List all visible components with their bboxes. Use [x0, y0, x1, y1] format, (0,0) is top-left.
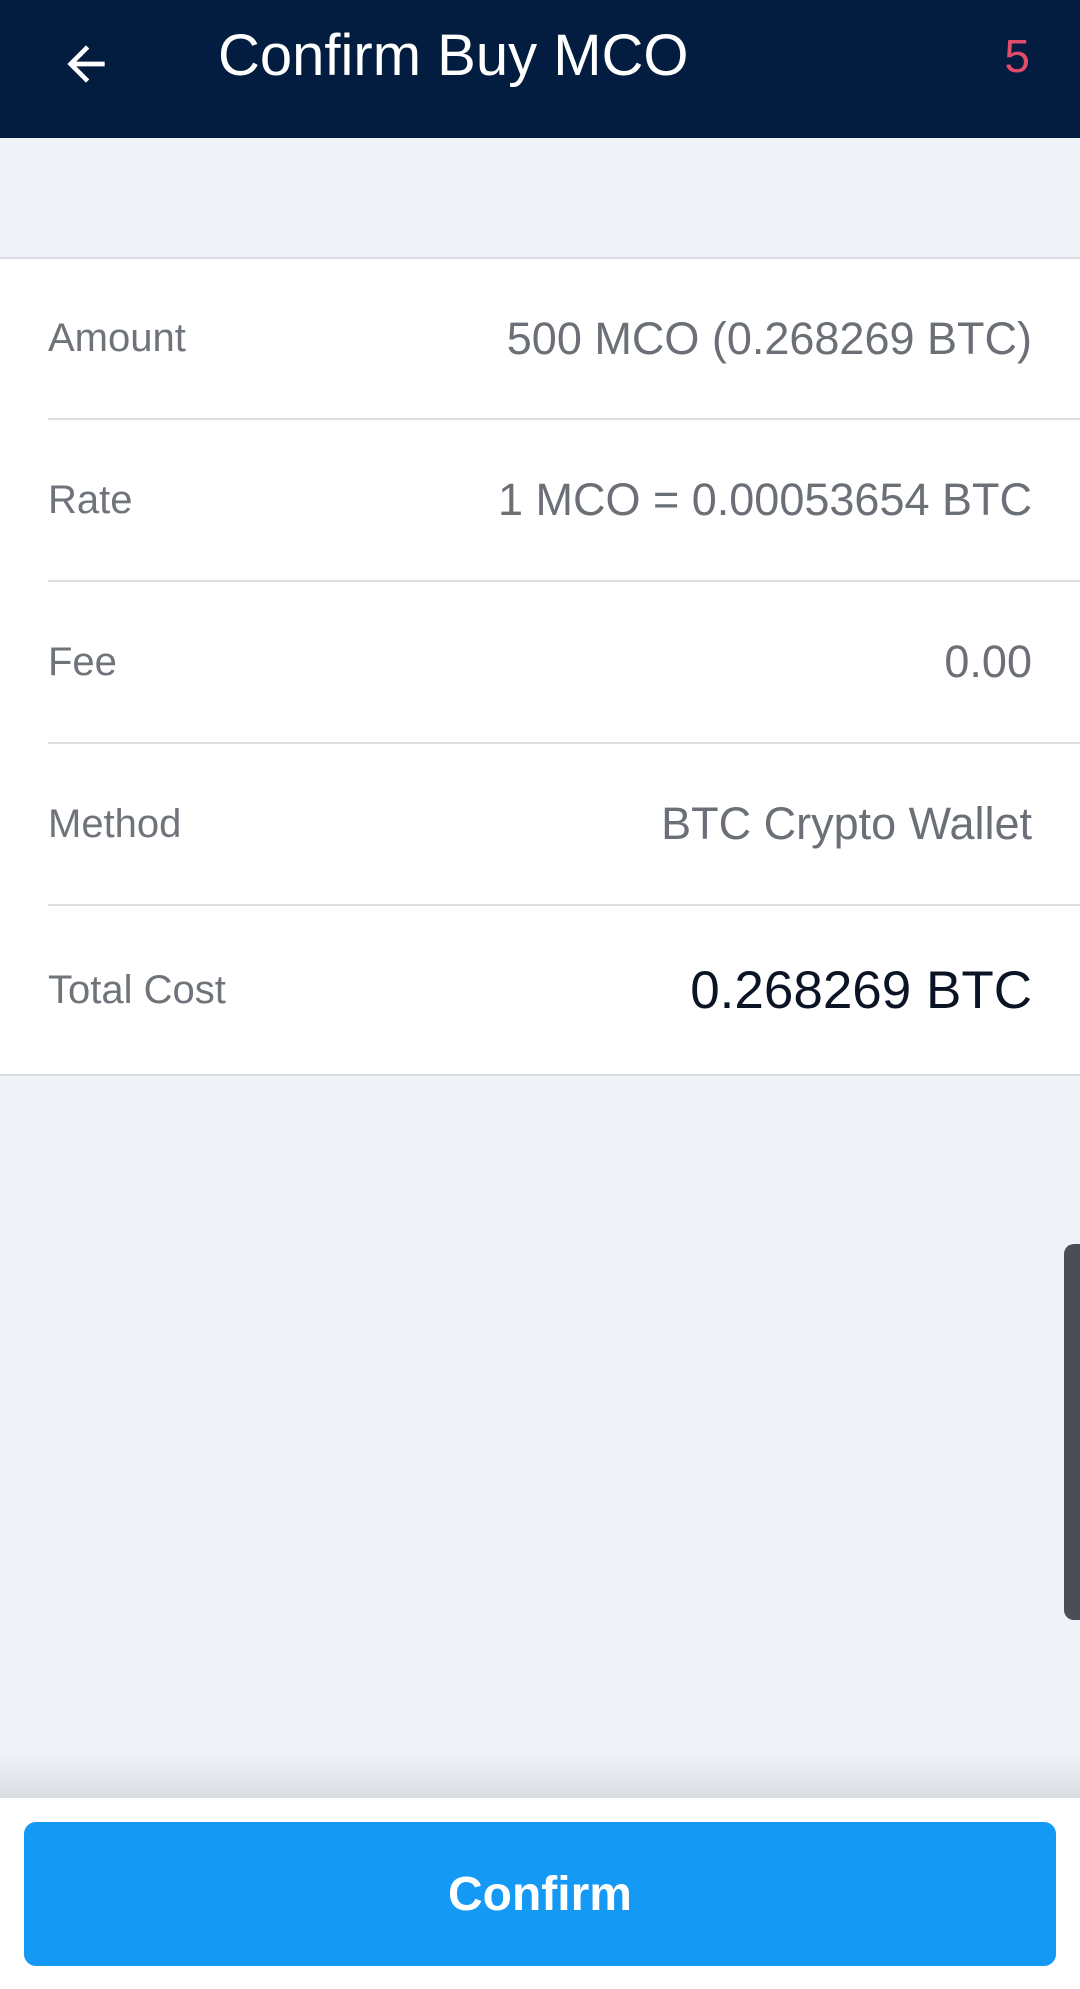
total-cost-value: 0.268269 BTC	[690, 960, 1032, 1020]
detail-row-rate: Rate 1 MCO = 0.00053654 BTC	[48, 420, 1080, 582]
amount-label: Amount	[48, 316, 186, 360]
detail-row-fee: Fee 0.00	[48, 582, 1080, 744]
confirm-button[interactable]: Confirm	[24, 1822, 1056, 1966]
detail-row-total-cost: Total Cost 0.268269 BTC	[48, 906, 1080, 1074]
step-counter: 5	[1004, 30, 1030, 82]
total-cost-label: Total Cost	[48, 967, 226, 1012]
scrollbar-thumb[interactable]	[1064, 1244, 1080, 1620]
footer-shadow	[0, 1752, 1080, 1798]
detail-row-amount: Amount 500 MCO (0.268269 BTC)	[48, 259, 1080, 420]
order-details-card: Amount 500 MCO (0.268269 BTC) Rate 1 MCO…	[0, 257, 1080, 1076]
method-label: Method	[48, 801, 182, 846]
footer-bar: Confirm	[0, 1798, 1080, 1989]
rate-value: 1 MCO = 0.00053654 BTC	[497, 474, 1032, 525]
back-button[interactable]	[38, 16, 134, 112]
app-bar: Confirm Buy MCO 5	[0, 0, 1080, 138]
arrow-left-icon	[67, 45, 105, 83]
amount-value: 500 MCO (0.268269 BTC)	[506, 312, 1032, 364]
rate-label: Rate	[48, 477, 133, 522]
detail-row-method: Method BTC Crypto Wallet	[48, 744, 1080, 906]
page-title: Confirm Buy MCO	[218, 23, 689, 88]
fee-value: 0.00	[944, 636, 1032, 687]
fee-label: Fee	[48, 639, 117, 684]
method-value: BTC Crypto Wallet	[661, 798, 1032, 849]
